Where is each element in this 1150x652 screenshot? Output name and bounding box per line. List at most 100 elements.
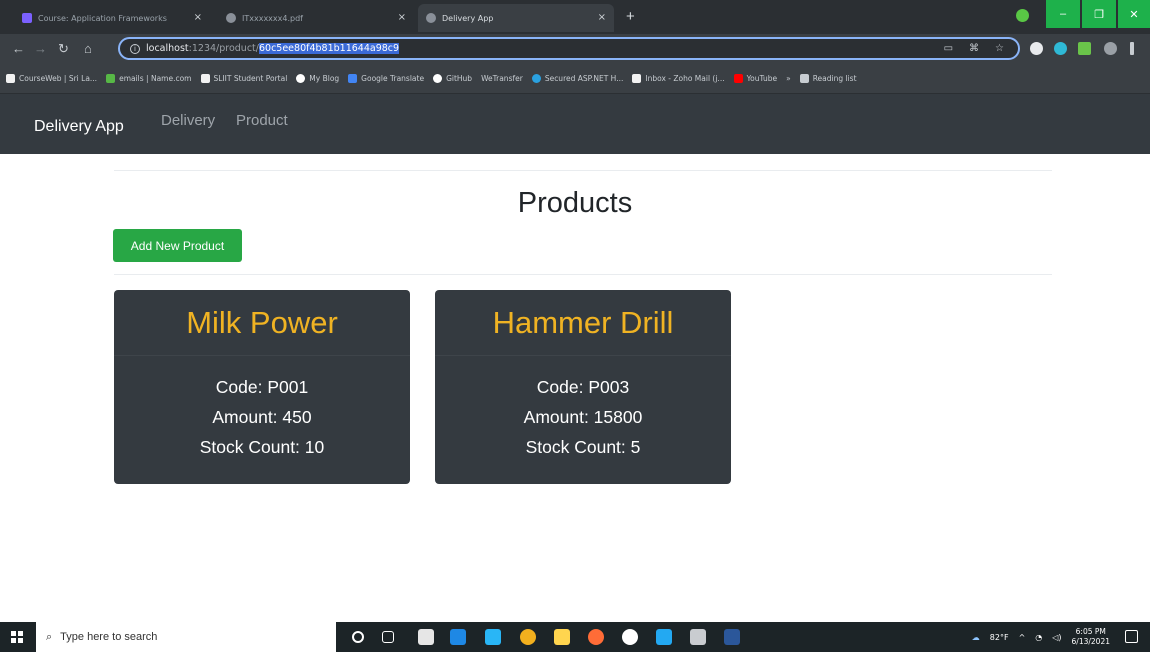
add-new-product-button[interactable]: Add New Product: [113, 229, 242, 262]
close-tab-icon[interactable]: ×: [398, 12, 406, 23]
bookmark-github[interactable]: GitHub: [433, 74, 472, 83]
mail-icon[interactable]: [450, 629, 466, 645]
windows-start-icon[interactable]: [11, 631, 23, 643]
bookmarks-overflow-button[interactable]: »: [786, 74, 791, 83]
product-amount: Amount: 15800: [523, 407, 643, 427]
close-window-button[interactable]: ✕: [1118, 0, 1150, 28]
weather-temperature[interactable]: 82°F: [990, 633, 1009, 642]
cortana-icon[interactable]: [352, 631, 364, 643]
chrome-icon[interactable]: [520, 629, 536, 645]
site-info-icon[interactable]: i: [130, 43, 140, 54]
tab-title: Course: Application Frameworks: [38, 13, 167, 23]
bookmark-favicon-icon: [632, 74, 642, 83]
bookmark-zoho[interactable]: Inbox - Zoho Mail (j...: [632, 74, 725, 83]
search-icon: ⌕: [46, 630, 53, 643]
vscode-icon[interactable]: [656, 629, 672, 645]
taskbar-search-input[interactable]: ⌕ Type here to search: [36, 622, 336, 652]
divider: [114, 274, 1052, 275]
page-title: Products: [517, 187, 633, 219]
close-tab-icon[interactable]: ×: [194, 12, 202, 23]
app-icon[interactable]: [622, 629, 638, 645]
bookmark-star-icon[interactable]: ☆: [995, 43, 1004, 54]
bookmark-aspnet[interactable]: Secured ASP.NET H...: [531, 74, 623, 83]
bookmark-my-blog[interactable]: My Blog: [296, 74, 339, 83]
menu-icon[interactable]: [1130, 42, 1134, 55]
github-icon: [433, 74, 443, 83]
url-host: localhost: [146, 43, 189, 54]
product-code: Code: P003: [536, 377, 630, 397]
file-explorer-icon[interactable]: [554, 629, 570, 645]
browser-toolbar: ← → ↻ ⌂ i localhost :1234/product/ 60c5e…: [0, 34, 1150, 64]
qr-code-icon[interactable]: ⌘: [969, 43, 979, 54]
product-amount: Amount: 450: [212, 407, 312, 427]
course-favicon-icon: [22, 13, 32, 23]
profile-avatar-icon[interactable]: [1104, 42, 1117, 55]
product-stock-count: Stock Count: 5: [525, 437, 641, 457]
app-navbar: Delivery App Delivery Product: [0, 94, 1150, 154]
home-icon[interactable]: ⌂: [84, 41, 92, 56]
cast-icon[interactable]: ▭: [944, 43, 953, 54]
maximize-button[interactable]: ❐: [1082, 0, 1116, 28]
extension-icon[interactable]: [1030, 42, 1043, 55]
chevron-up-icon[interactable]: ^: [1019, 633, 1026, 642]
bookmark-favicon-icon: [6, 74, 15, 83]
forward-arrow-icon[interactable]: →: [34, 41, 47, 56]
product-stock-count: Stock Count: 10: [199, 437, 325, 457]
task-view-icon[interactable]: [382, 631, 394, 643]
bookmark-favicon-icon: [296, 74, 306, 83]
globe-icon: [226, 13, 236, 23]
calculator-icon[interactable]: [690, 629, 706, 645]
weather-icon[interactable]: ☁: [972, 633, 980, 642]
reading-list-button[interactable]: Reading list: [799, 74, 857, 83]
bookmark-sliit[interactable]: SLIIT Student Portal: [200, 74, 287, 83]
bookmarks-bar: CourseWeb | Sri La... emails | Name.com …: [0, 64, 1150, 94]
divider: [114, 170, 1052, 171]
globe-icon: [426, 13, 436, 23]
tab-title: ITxxxxxxx4.pdf: [242, 13, 303, 23]
nav-link-delivery[interactable]: Delivery: [161, 112, 215, 129]
windows-taskbar: ⌕ Type here to search ☁ 82°F ^ ◔ ◁) 6:05…: [0, 622, 1150, 652]
youtube-icon: [733, 74, 743, 83]
clock[interactable]: 6:05 PM 6/13/2021: [1072, 627, 1110, 647]
bookmark-emails[interactable]: emails | Name.com: [106, 74, 192, 83]
address-bar[interactable]: i localhost :1234/product/ 60c5ee80f4b81…: [118, 37, 1020, 60]
word-icon[interactable]: [724, 629, 740, 645]
browser-tab-pdf[interactable]: ITxxxxxxx4.pdf ×: [218, 4, 414, 32]
minimize-button[interactable]: –: [1046, 0, 1080, 28]
product-details: Code: P001 Amount: 450 Stock Count: 10: [114, 356, 410, 462]
extension-icon[interactable]: [1054, 42, 1067, 55]
url-selected-id: 60c5ee80f4b81b11644a98c9: [258, 43, 400, 54]
browser-tab-delivery-app[interactable]: Delivery App ×: [418, 4, 614, 32]
extension-icon[interactable]: [1016, 9, 1029, 22]
product-card: Hammer Drill Code: P003 Amount: 15800 St…: [435, 290, 731, 484]
browser-tabstrip: Course: Application Frameworks × ITxxxxx…: [0, 0, 1150, 34]
puzzle-icon[interactable]: [1078, 42, 1091, 55]
bookmark-google-translate[interactable]: Google Translate: [348, 74, 424, 83]
bookmark-favicon-icon: [200, 74, 210, 83]
search-placeholder: Type here to search: [60, 631, 158, 643]
postman-icon[interactable]: [588, 629, 604, 645]
tab-title: Delivery App: [442, 13, 494, 23]
bookmark-favicon-icon: [106, 74, 116, 83]
notification-icon[interactable]: [1125, 630, 1138, 643]
url-path: :1234/product/: [188, 43, 259, 54]
nav-link-product[interactable]: Product: [236, 112, 288, 129]
bookmark-courseweb[interactable]: CourseWeb | Sri La...: [6, 74, 97, 83]
bookmark-wetransfer[interactable]: WeTransfer: [481, 74, 523, 83]
product-card: Milk Power Code: P001 Amount: 450 Stock …: [114, 290, 410, 484]
lock-icon[interactable]: [418, 629, 434, 645]
network-icon[interactable]: ◔: [1035, 633, 1042, 642]
reading-list-icon: [799, 74, 809, 83]
browser-tab-course[interactable]: Course: Application Frameworks ×: [14, 4, 210, 32]
product-details: Code: P003 Amount: 15800 Stock Count: 5: [435, 356, 731, 462]
bookmark-favicon-icon: [531, 74, 541, 83]
new-tab-button[interactable]: +: [626, 8, 635, 25]
azure-icon[interactable]: [485, 629, 501, 645]
reload-icon[interactable]: ↻: [58, 41, 69, 57]
volume-icon[interactable]: ◁): [1052, 633, 1061, 642]
back-arrow-icon[interactable]: ←: [12, 41, 25, 56]
navbar-brand[interactable]: Delivery App: [34, 118, 124, 136]
close-tab-icon[interactable]: ×: [598, 12, 606, 23]
product-code: Code: P001: [215, 377, 309, 397]
bookmark-youtube[interactable]: YouTube: [733, 74, 777, 83]
